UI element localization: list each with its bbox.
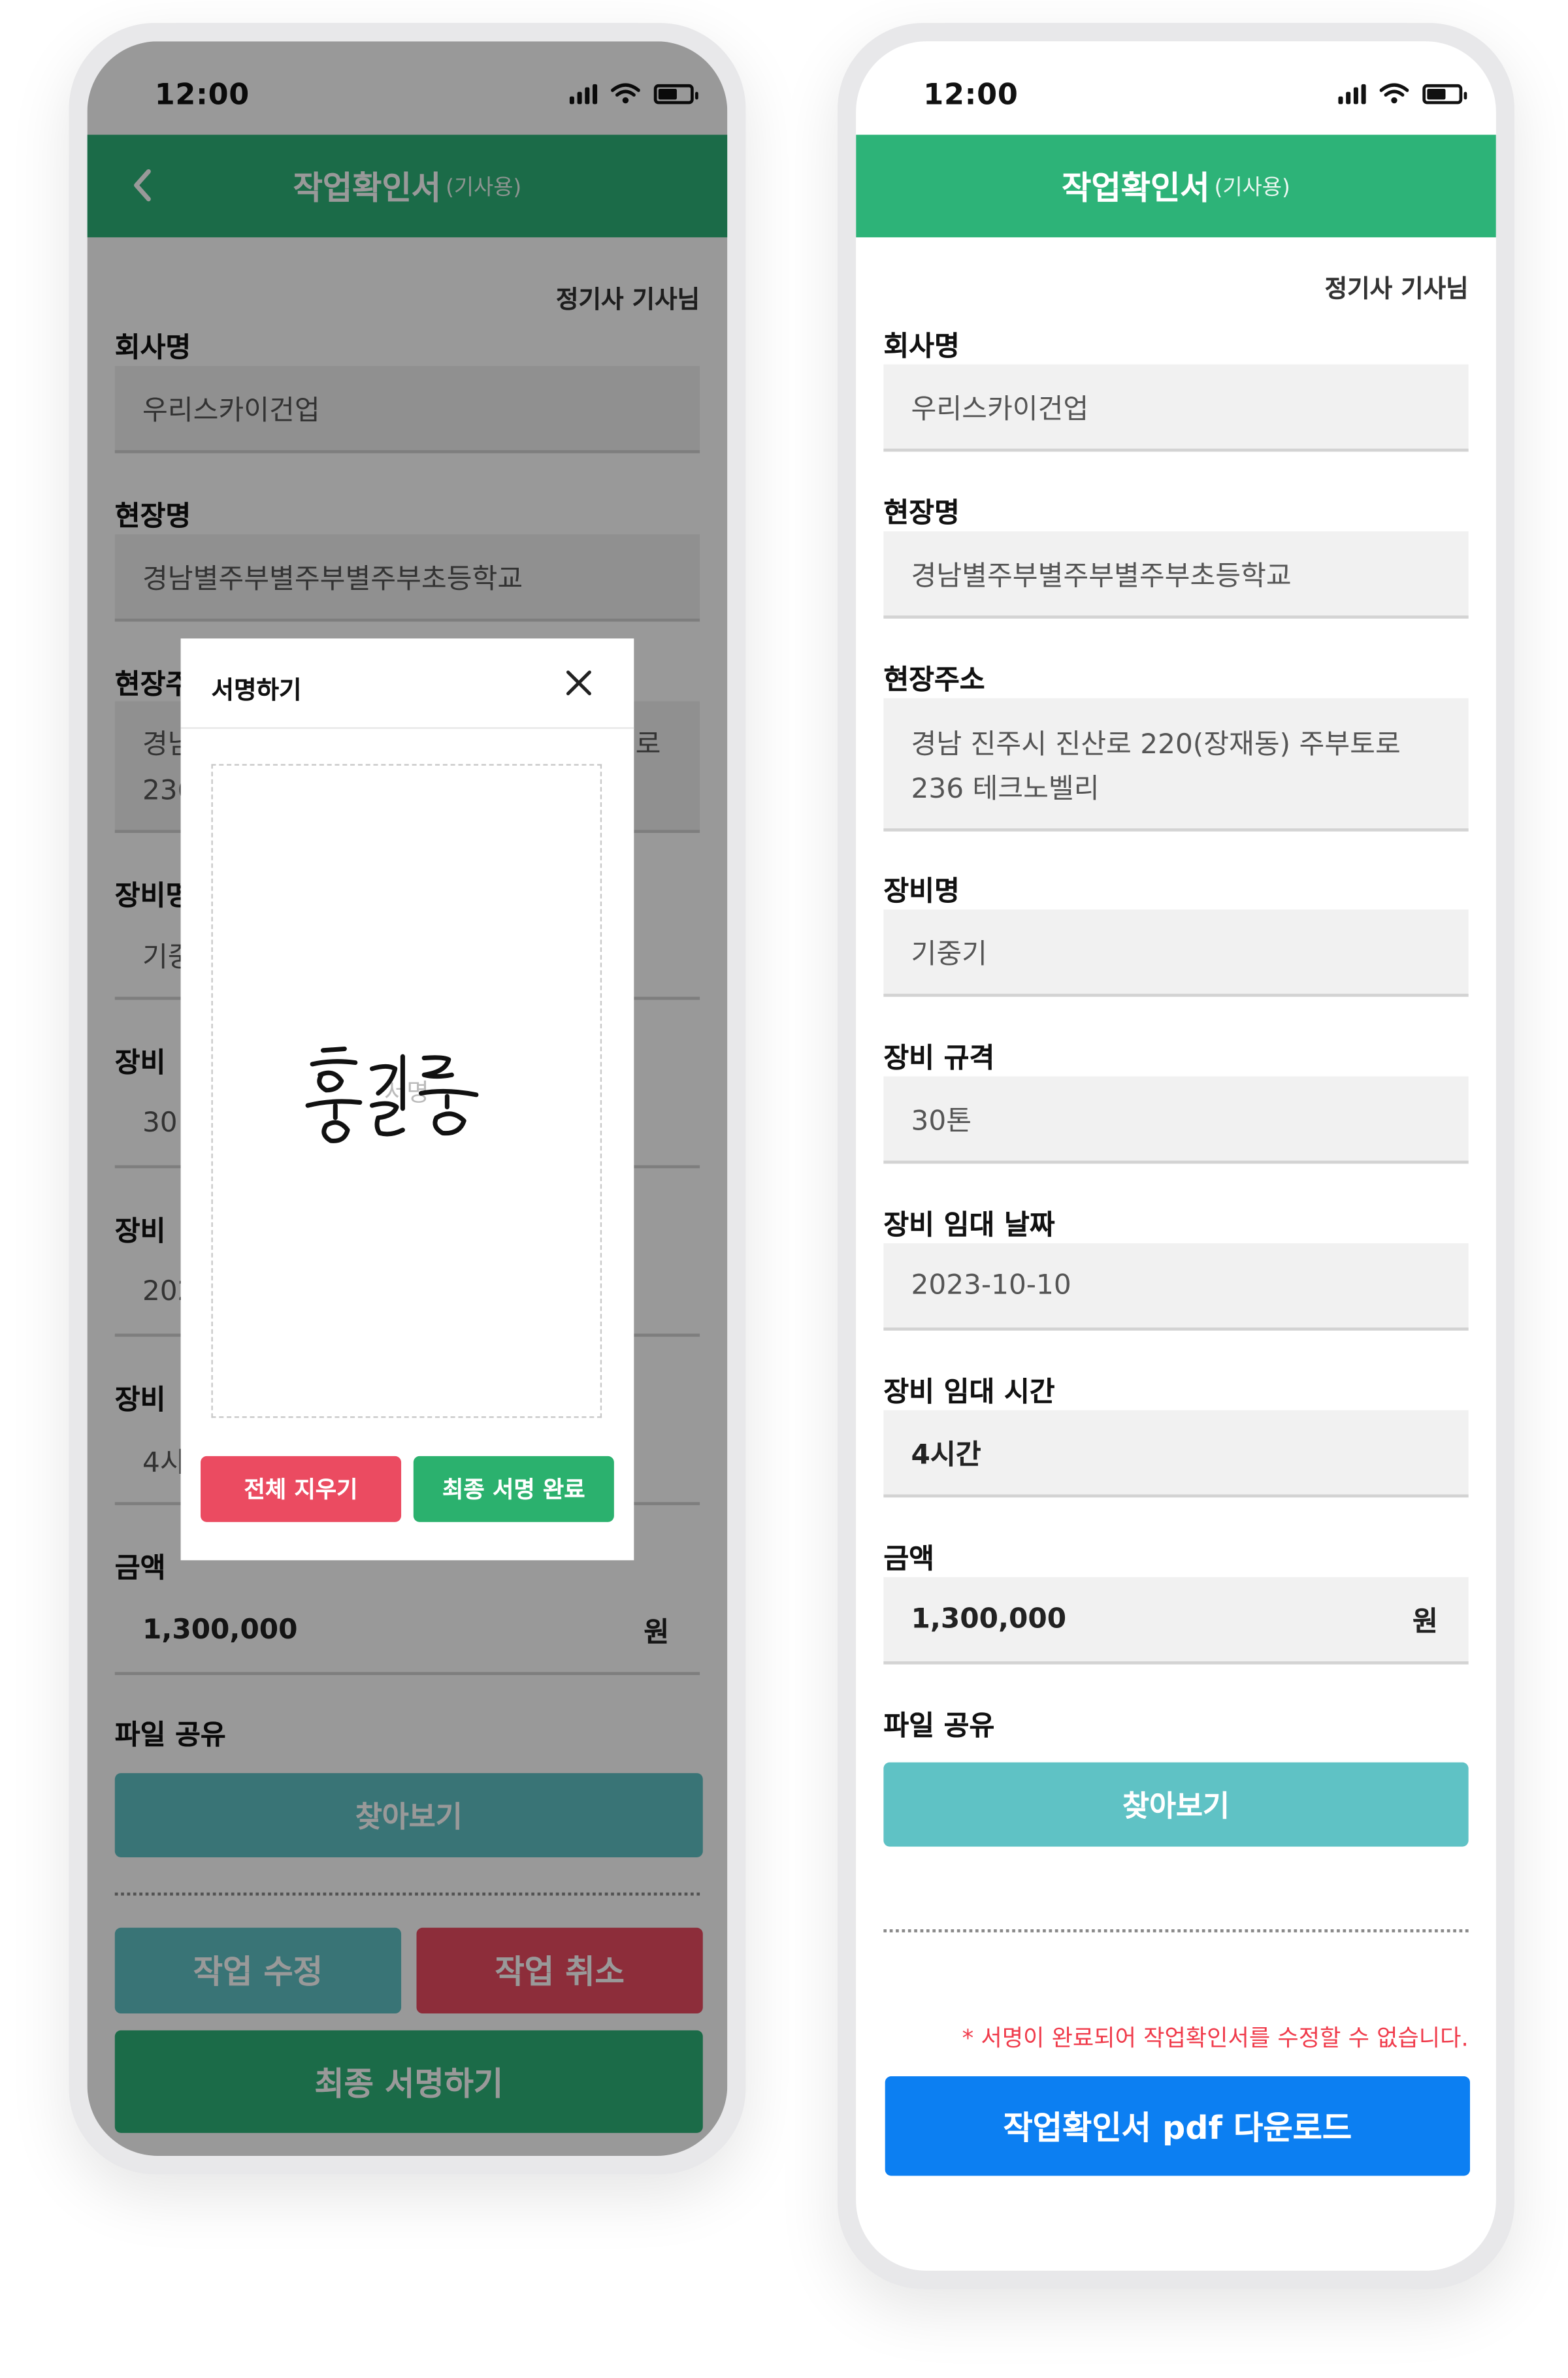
complete-signature-button[interactable]: 최종 서명 완료 — [413, 1456, 614, 1522]
site-field[interactable]: 경남별주부별주부별주부초등학교 — [883, 531, 1469, 619]
address-field[interactable]: 경남 진주시 진산로 220(장재동) 주부토로 236 테크노벨리 — [883, 698, 1469, 832]
battery-icon — [1422, 83, 1467, 104]
divider — [883, 1929, 1469, 1932]
page-subtitle: (기사용) — [1214, 175, 1290, 200]
page-title: 작업확인서 — [1062, 169, 1210, 206]
app-header: 작업확인서 (기사용) — [856, 135, 1496, 238]
file-label: 파일 공유 — [883, 1710, 995, 1743]
spec-label: 장비 규격 — [883, 1043, 995, 1075]
wifi-icon — [1379, 83, 1409, 104]
modal-title: 서명하기 — [211, 675, 302, 705]
amount-value: 1,300,000 — [911, 1603, 1067, 1636]
amount-unit: 원 — [1412, 1605, 1438, 1638]
site-label: 현장명 — [883, 497, 960, 530]
amount-field[interactable]: 1,300,000 원 — [883, 1577, 1469, 1665]
date-label: 장비 임대 날짜 — [883, 1209, 1055, 1242]
phone-right: 12:00 작업확인서 (기사용) 정기사 기사님 회사명 우리스카이건업 현장… — [838, 23, 1514, 2289]
company-label: 회사명 — [883, 331, 960, 363]
time-label: 장비 임대 시간 — [883, 1376, 1055, 1409]
equipment-label: 장비명 — [883, 875, 960, 908]
pdf-download-button[interactable]: 작업확인서 pdf 다운로드 — [885, 2076, 1470, 2176]
clear-all-button[interactable]: 전체 지우기 — [201, 1456, 402, 1522]
address-label: 현장주소 — [883, 664, 985, 697]
company-field[interactable]: 우리스카이건업 — [883, 364, 1469, 452]
signature-drawing — [305, 1046, 479, 1143]
address-line-1: 경남 진주시 진산로 220(장재동) 주부토로 — [911, 728, 1401, 761]
phone-left: 12:00 작업확인서 (기사용) 정기사 기사님 회사명 우리스카이건업 현장… — [69, 23, 746, 2175]
close-icon[interactable] — [562, 666, 596, 700]
equipment-field[interactable]: 기중기 — [883, 909, 1469, 997]
left-screen: 12:00 작업확인서 (기사용) 정기사 기사님 회사명 우리스카이건업 현장… — [87, 41, 728, 2156]
edit-locked-notice: * 서명이 완료되어 작업확인서를 수정할 수 없습니다. — [962, 2024, 1469, 2052]
date-field[interactable]: 2023-10-10 — [883, 1243, 1469, 1331]
signature-modal: 서명하기 서명 전체 지우기 최종 서명 완료 — [180, 638, 634, 1561]
time-field[interactable]: 4시간 — [883, 1410, 1469, 1498]
cellular-signal-icon — [1338, 83, 1366, 104]
status-bar: 12:00 — [856, 41, 1496, 133]
browse-button[interactable]: 찾아보기 — [883, 1762, 1469, 1847]
signature-pad[interactable]: 서명 — [211, 764, 602, 1418]
right-screen: 12:00 작업확인서 (기사용) 정기사 기사님 회사명 우리스카이건업 현장… — [856, 41, 1496, 2271]
status-time: 12:00 — [923, 78, 1019, 112]
user-name: 정기사 기사님 — [1324, 274, 1469, 304]
spec-field[interactable]: 30톤 — [883, 1076, 1469, 1164]
address-line-2: 236 테크노벨리 — [911, 773, 1100, 806]
amount-label: 금액 — [883, 1543, 934, 1576]
